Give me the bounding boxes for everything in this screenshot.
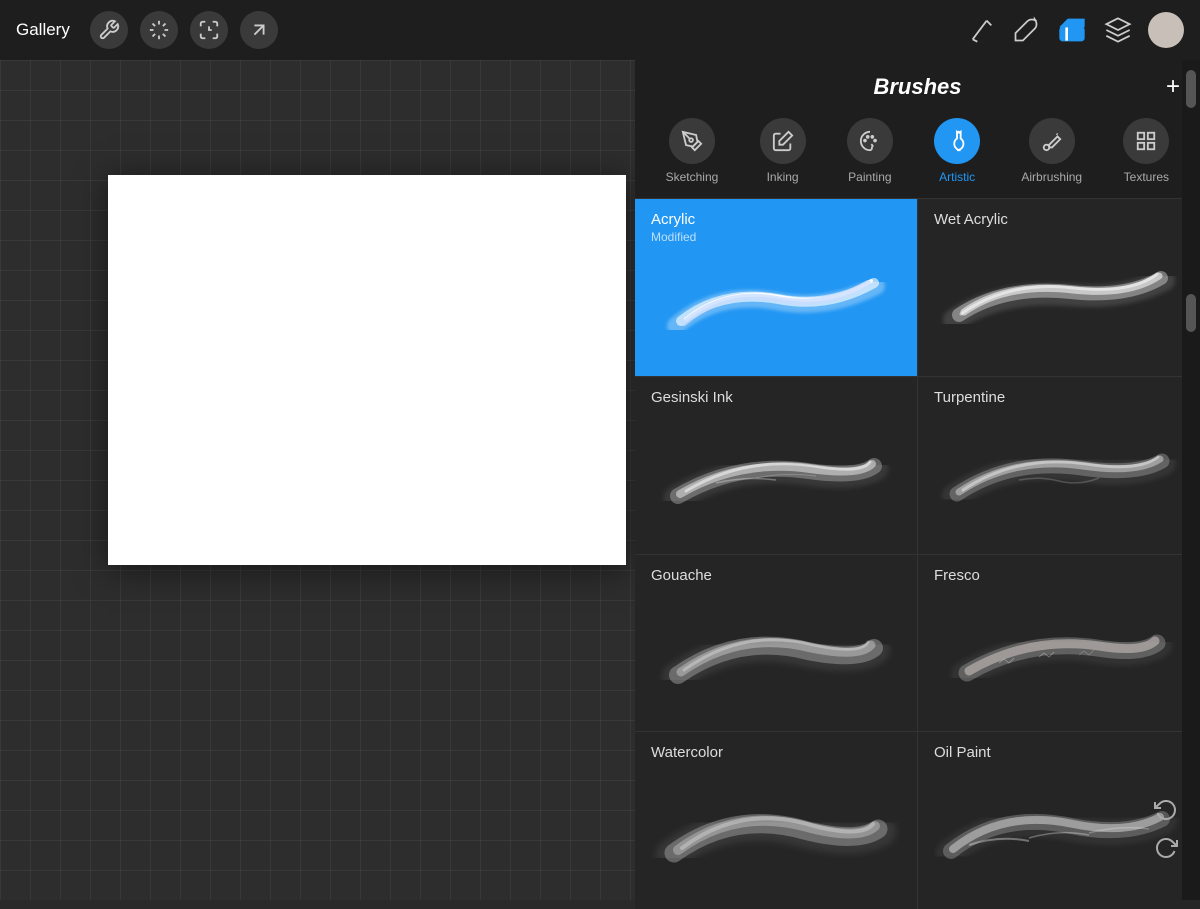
arrow-button[interactable] <box>240 11 278 49</box>
brush-oil-paint-name: Oil Paint <box>934 744 1184 761</box>
brush-gouache[interactable]: Gouache <box>635 555 917 732</box>
painting-icon <box>847 118 893 164</box>
inking-icon <box>760 118 806 164</box>
transform-button[interactable] <box>190 11 228 49</box>
tab-sketching[interactable]: Sketching <box>658 114 727 188</box>
wrench-button[interactable] <box>90 11 128 49</box>
brush-gesinski-stroke <box>651 408 901 538</box>
tab-artistic[interactable]: Artistic <box>926 114 988 188</box>
undo-button[interactable] <box>1154 798 1178 822</box>
brush-gesinski-ink[interactable]: Gesinski Ink <box>635 377 917 554</box>
scrollbar-thumb-1[interactable] <box>1186 70 1196 108</box>
pen-tool-button[interactable] <box>968 16 996 44</box>
brush-acrylic-stroke <box>651 252 901 360</box>
inking-label: Inking <box>767 170 799 184</box>
add-brush-button[interactable]: + <box>1166 75 1180 99</box>
brush-acrylic-name: Acrylic <box>651 211 901 228</box>
eraser-tool-button[interactable] <box>1056 14 1088 46</box>
airbrushing-label: Airbrushing <box>1021 170 1082 184</box>
sketching-label: Sketching <box>666 170 719 184</box>
brush-wet-acrylic-name: Wet Acrylic <box>934 211 1184 228</box>
tab-airbrushing[interactable]: Airbrushing <box>1013 114 1090 188</box>
magic-button[interactable] <box>140 11 178 49</box>
artistic-icon <box>934 118 980 164</box>
brushes-title: Brushes <box>873 74 961 100</box>
brush-turpentine-stroke <box>934 408 1184 538</box>
brush-gesinski-name: Gesinski Ink <box>651 389 901 406</box>
brush-acrylic-subtitle: Modified <box>651 230 901 244</box>
brushes-panel: Brushes + Sketching <box>635 60 1200 900</box>
painting-label: Painting <box>848 170 891 184</box>
brush-fresco[interactable]: Fresco <box>918 555 1200 732</box>
brush-fresco-stroke <box>934 586 1184 716</box>
brush-turpentine-name: Turpentine <box>934 389 1184 406</box>
brushes-header: Brushes + <box>635 60 1200 114</box>
tab-painting[interactable]: Painting <box>839 114 901 188</box>
undo-redo-container <box>1154 798 1178 860</box>
redo-button[interactable] <box>1154 836 1178 860</box>
toolbar-left: Gallery <box>16 11 278 49</box>
brush-tool-button[interactable] <box>1012 16 1040 44</box>
brush-fresco-name: Fresco <box>934 567 1184 584</box>
brush-gouache-name: Gouache <box>651 567 901 584</box>
drawing-canvas[interactable] <box>108 175 626 565</box>
brush-watercolor-name: Watercolor <box>651 744 901 761</box>
toolbar: Gallery <box>0 0 1200 60</box>
category-tabs: Sketching Inking <box>635 114 1200 199</box>
scrollbar-thumb-2[interactable] <box>1186 294 1196 332</box>
airbrushing-icon <box>1029 118 1075 164</box>
tab-textures[interactable]: Textures <box>1115 114 1177 188</box>
brush-wet-acrylic[interactable]: Wet Acrylic <box>918 199 1200 376</box>
textures-label: Textures <box>1124 170 1169 184</box>
tab-inking[interactable]: Inking <box>752 114 814 188</box>
brush-gouache-stroke <box>651 586 901 716</box>
gallery-button[interactable]: Gallery <box>16 20 70 40</box>
brush-watercolor[interactable]: Watercolor <box>635 732 917 909</box>
toolbar-right <box>968 12 1184 48</box>
layers-button[interactable] <box>1104 16 1132 44</box>
avatar[interactable] <box>1148 12 1184 48</box>
artistic-label: Artistic <box>939 170 975 184</box>
canvas-area[interactable] <box>0 0 640 900</box>
sketching-icon <box>669 118 715 164</box>
brush-grid: Acrylic Modified Wet A <box>635 199 1200 909</box>
textures-icon <box>1123 118 1169 164</box>
brush-turpentine[interactable]: Turpentine <box>918 377 1200 554</box>
brush-wet-acrylic-stroke <box>934 230 1184 360</box>
brush-watercolor-stroke <box>651 763 901 893</box>
scrollbar-track <box>1182 60 1200 900</box>
brush-acrylic[interactable]: Acrylic Modified <box>635 199 917 376</box>
brush-oil-paint-stroke <box>934 763 1184 893</box>
